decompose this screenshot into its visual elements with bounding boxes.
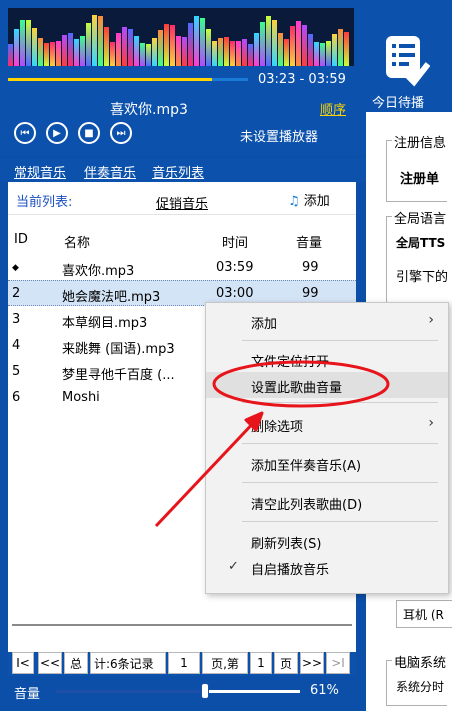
annotation-arrow-shaft xyxy=(154,416,260,528)
annotation-ellipse xyxy=(212,360,390,408)
annotation-overlay xyxy=(154,360,390,528)
